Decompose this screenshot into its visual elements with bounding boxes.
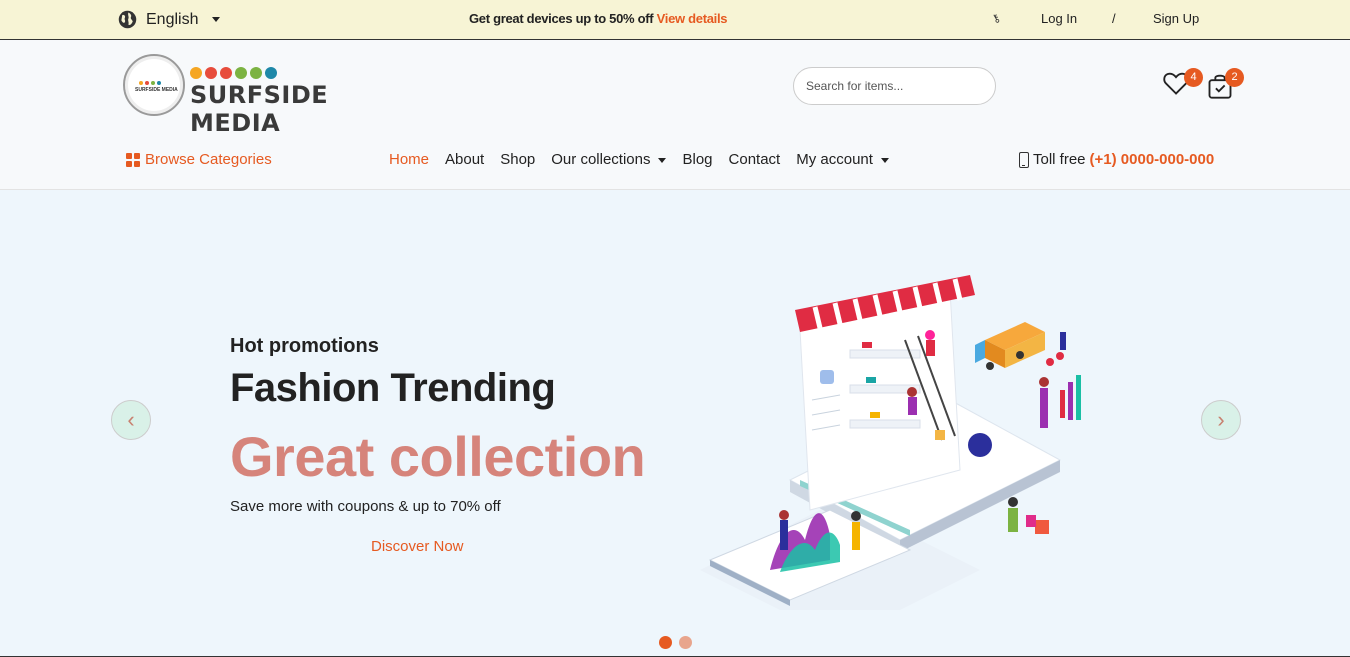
phone-icon <box>1019 151 1029 168</box>
shop-illustration <box>700 275 1081 610</box>
nav-my-account-label: My account <box>796 151 873 168</box>
logo-mini-dots <box>139 81 161 85</box>
globe-icon <box>118 10 137 29</box>
logo-text: SURFSIDE MEDIA <box>190 81 329 137</box>
cart-button[interactable]: 2 <box>1207 68 1244 102</box>
site-header: SURFSIDE MEDIA SURFSIDE MEDIA 4 2 Browse… <box>0 40 1350 190</box>
hero-kicker: Hot promotions <box>230 335 379 357</box>
logo-dots <box>190 67 277 79</box>
view-details-link[interactable]: View details <box>657 11 728 26</box>
delivery-truck <box>975 322 1066 370</box>
chevron-left-icon: ‹ <box>127 407 135 432</box>
wishlist-button[interactable]: 4 <box>1162 68 1203 100</box>
nav-about[interactable]: About <box>445 151 484 168</box>
toll-free-label: Toll free <box>1033 151 1086 168</box>
nav-contact[interactable]: Contact <box>729 151 781 168</box>
auth-separator: / <box>1112 11 1116 26</box>
hero-subtitle: Save more with coupons & up to 70% off <box>230 498 501 515</box>
language-selector[interactable]: English <box>117 9 221 30</box>
bar-graph <box>1039 375 1081 428</box>
promo-text: Get great devices up to 50% off <box>469 11 654 26</box>
logo-emblem-text: SURFSIDE MEDIA <box>135 87 178 93</box>
logo-emblem: SURFSIDE MEDIA <box>123 54 185 116</box>
promo-banner: Get great devices up to 50% off View det… <box>469 11 728 26</box>
hero-title: Fashion Trending <box>230 366 556 410</box>
logo[interactable]: SURFSIDE MEDIA SURFSIDE MEDIA <box>120 53 400 137</box>
nav-blog[interactable]: Blog <box>682 151 712 168</box>
nav-home[interactable]: Home <box>389 151 429 168</box>
key-icon: ⚷ <box>989 11 1003 27</box>
chevron-down-icon <box>658 157 667 163</box>
hero-slider: ‹ › Hot promotions Fashion Trending Grea… <box>0 190 1350 657</box>
discover-now-button[interactable]: Discover Now <box>371 538 464 555</box>
nav-our-collections[interactable]: Our collections <box>551 151 667 168</box>
nav-our-collections-label: Our collections <box>551 151 651 168</box>
main-nav: Home About Shop Our collections Blog Con… <box>389 151 889 168</box>
chevron-down-icon <box>880 157 889 163</box>
slider-prev-button[interactable]: ‹ <box>111 400 151 440</box>
hero-headline: Great collection <box>230 425 646 488</box>
browse-categories-label: Browse Categories <box>145 151 272 168</box>
chevron-right-icon: › <box>1217 407 1225 432</box>
signup-link[interactable]: Sign Up <box>1153 11 1199 26</box>
chevron-down-icon <box>212 17 221 22</box>
nav-shop[interactable]: Shop <box>500 151 535 168</box>
login-link[interactable]: Log In <box>1041 11 1077 26</box>
cart-count-badge: 2 <box>1225 68 1244 87</box>
grid-icon <box>126 152 140 167</box>
wishlist-count-badge: 4 <box>1184 68 1203 87</box>
nav-my-account[interactable]: My account <box>796 151 889 168</box>
toll-free: Toll free (+1) 0000-000-000 <box>1019 151 1214 168</box>
slider-dot-active[interactable] <box>659 636 672 649</box>
slider-dot[interactable] <box>679 636 692 649</box>
slider-next-button[interactable]: › <box>1201 400 1241 440</box>
search-input[interactable] <box>793 67 996 105</box>
language-label: English <box>146 10 199 28</box>
shopper-figure <box>1008 497 1049 534</box>
browse-categories-button[interactable]: Browse Categories <box>126 151 272 168</box>
top-bar: English Get great devices up to 50% off … <box>0 0 1350 40</box>
toll-free-number[interactable]: (+1) 0000-000-000 <box>1090 151 1215 168</box>
